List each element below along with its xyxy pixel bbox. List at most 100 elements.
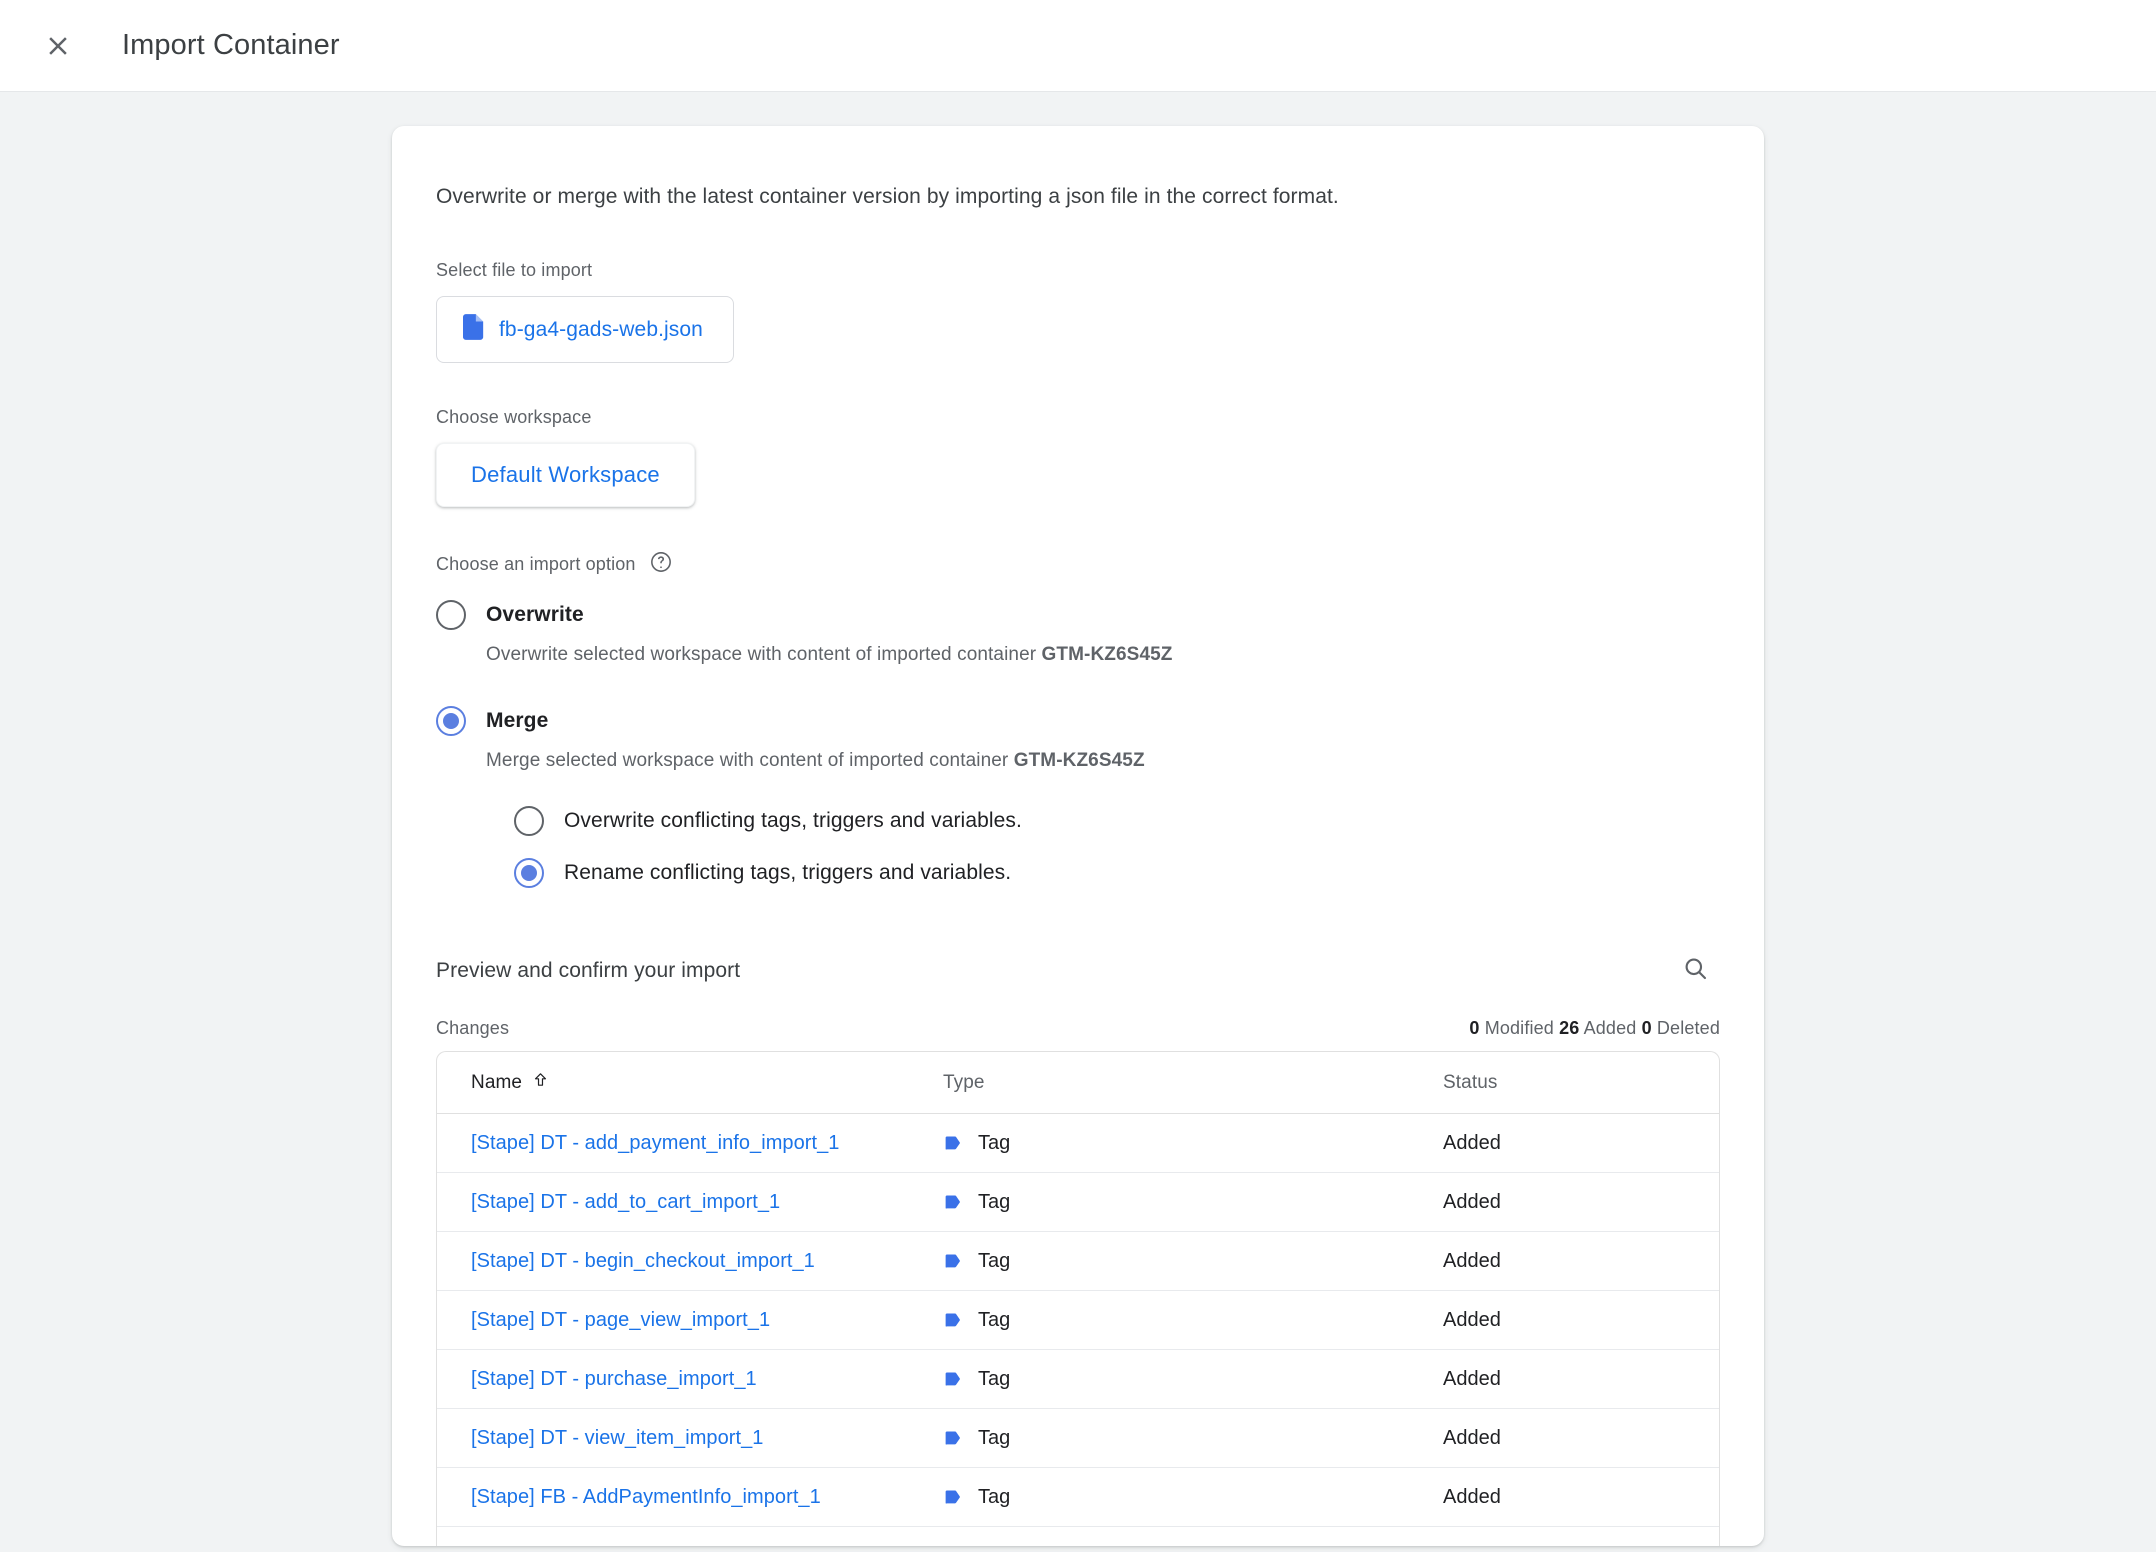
table-row: [Stape] DT - begin_checkout_import_1 Tag A… <box>437 1232 1719 1292</box>
arrow-up-icon <box>532 1071 549 1094</box>
table-row: [Stape] DT - view_item_import_1 Tag Added <box>437 1409 1719 1469</box>
table-row: [Stape] DT - add_payment_info_import_1 Ta… <box>437 1114 1719 1174</box>
changes-label: Changes <box>436 1018 510 1039</box>
tag-icon <box>943 1133 964 1154</box>
radio-overwrite-conflicting[interactable]: Overwrite conflicting tags, triggers and… <box>514 806 1720 837</box>
import-card: Overwrite or merge with the latest conta… <box>392 126 1764 1546</box>
tag-icon <box>943 1251 964 1272</box>
close-icon <box>43 31 73 61</box>
file-document-icon <box>463 314 485 345</box>
radio-overwrite-indicator <box>436 600 466 631</box>
merge-desc-text: Merge selected workspace with content of… <box>486 750 1014 772</box>
intro-text: Overwrite or merge with the latest conta… <box>436 185 1339 208</box>
table-row: [Stape] DT - add_to_cart_import_1 Tag Adde… <box>437 1173 1719 1233</box>
changes-counts: 0 Modified 26 Added 0 Deleted <box>1469 1018 1720 1039</box>
row-name-link[interactable]: [Stape] DT - page_view_import_1 <box>471 1309 770 1332</box>
row-status: Added <box>1443 1190 1501 1213</box>
import-option-merge: Merge Merge selected workspace with cont… <box>436 706 1720 889</box>
merge-sub-options: Overwrite conflicting tags, triggers and… <box>514 806 1720 889</box>
column-header-type[interactable]: Type <box>943 1072 985 1094</box>
workspace-select-button[interactable]: Default Workspace <box>436 443 695 508</box>
row-name-link[interactable]: [Stape] FB - AddToCart_import_1 <box>471 1545 767 1546</box>
table-row: [Stape] FB - AddToCart_import_1 Tag Added <box>437 1527 1719 1546</box>
overwrite-desc-text: Overwrite selected workspace with conten… <box>486 644 1042 666</box>
radio-overwrite-description: Overwrite selected workspace with conten… <box>486 644 1720 666</box>
radio-overwrite[interactable]: Overwrite <box>436 600 1720 631</box>
radio-merge-description: Merge selected workspace with content of… <box>486 750 1720 772</box>
page-title: Import Container <box>122 29 340 61</box>
row-status: Added <box>1443 1485 1501 1508</box>
search-icon <box>1682 955 1709 987</box>
row-type: Tag <box>978 1131 1011 1154</box>
row-name-link[interactable]: [Stape] DT - add_payment_info_import_1 <box>471 1132 839 1155</box>
tag-icon <box>943 1192 964 1213</box>
radio-merge[interactable]: Merge <box>436 706 1720 737</box>
deleted-count: 0 <box>1641 1018 1652 1039</box>
radio-overwrite-conflicting-label: Overwrite conflicting tags, triggers and… <box>564 809 1022 833</box>
import-option-label: Choose an import option <box>436 554 636 575</box>
radio-rename-conflicting[interactable]: Rename conflicting tags, triggers and va… <box>514 858 1720 889</box>
row-status: Added <box>1443 1426 1501 1449</box>
row-type: Tag <box>978 1485 1011 1508</box>
row-type: Tag <box>978 1249 1011 1272</box>
column-header-name-label: Name <box>471 1071 523 1093</box>
row-name-link[interactable]: [Stape] DT - purchase_import_1 <box>471 1368 757 1391</box>
workspace-label: Choose workspace <box>436 407 592 428</box>
row-status: Added <box>1443 1367 1501 1390</box>
table-row: [Stape] DT - purchase_import_1 Tag Added <box>437 1350 1719 1410</box>
table-row: [Stape] DT - page_view_import_1 Tag Added <box>437 1291 1719 1351</box>
search-button[interactable] <box>1670 946 1720 996</box>
radio-merge-indicator <box>436 706 466 737</box>
row-type: Tag <box>978 1426 1011 1449</box>
row-type: Tag <box>978 1367 1011 1390</box>
radio-merge-label: Merge <box>486 709 549 733</box>
radio-overwrite-label: Overwrite <box>486 603 584 627</box>
added-label: Added <box>1583 1018 1637 1039</box>
workspace-value: Default Workspace <box>471 462 660 488</box>
page-body: Overwrite or merge with the latest conta… <box>0 92 2156 1552</box>
tag-icon <box>943 1487 964 1508</box>
row-name-link[interactable]: [Stape] FB - AddPaymentInfo_import_1 <box>471 1486 821 1509</box>
selected-file-name: fb-ga4-gads-web.json <box>499 317 703 341</box>
tag-icon <box>943 1428 964 1449</box>
column-header-status[interactable]: Status <box>1443 1072 1497 1093</box>
app-header: Import Container <box>0 0 2156 92</box>
row-name-link[interactable]: [Stape] DT - add_to_cart_import_1 <box>471 1191 780 1214</box>
table-row: [Stape] FB - AddPaymentInfo_import_1 Tag A… <box>437 1468 1719 1528</box>
row-type: Tag <box>978 1545 1010 1546</box>
radio-overwrite-conflicting-indicator <box>514 806 544 837</box>
help-circle-icon[interactable] <box>650 551 672 578</box>
column-header-name[interactable]: Name <box>471 1071 549 1094</box>
row-type: Tag <box>978 1190 1011 1213</box>
row-name-link[interactable]: [Stape] DT - view_item_import_1 <box>471 1427 763 1450</box>
modified-label: Modified <box>1484 1018 1554 1039</box>
import-option-overwrite: Overwrite Overwrite selected workspace w… <box>436 600 1720 666</box>
tag-icon <box>943 1369 964 1390</box>
import-option-section: Choose an import option Overwrite Overwr… <box>436 551 1720 889</box>
file-select-label: Select file to import <box>436 260 593 281</box>
import-option-header: Choose an import option <box>436 551 1720 578</box>
preview-header: Preview and confirm your import <box>436 946 1720 996</box>
row-type: Tag <box>978 1308 1011 1331</box>
modified-count: 0 <box>1469 1018 1480 1039</box>
tag-icon <box>943 1310 964 1331</box>
preview-title: Preview and confirm your import <box>436 959 741 983</box>
file-select-section: Select file to import fb-ga4-gads-web.js… <box>436 260 1720 364</box>
added-count: 26 <box>1559 1018 1580 1039</box>
row-status: Added <box>1443 1308 1501 1331</box>
row-name-link[interactable]: [Stape] DT - begin_checkout_import_1 <box>471 1250 815 1273</box>
row-status: Added <box>1443 1131 1501 1154</box>
table-body: [Stape] DT - add_payment_info_import_1 Ta… <box>437 1114 1719 1546</box>
workspace-section: Choose workspace Default Workspace <box>436 407 1720 508</box>
radio-rename-conflicting-indicator <box>514 858 544 889</box>
selected-file-chip[interactable]: fb-ga4-gads-web.json <box>436 296 734 364</box>
changes-table: Name Type Status [Stape] DT - add_paymen… <box>436 1051 1720 1546</box>
deleted-label: Deleted <box>1656 1018 1720 1039</box>
table-header-row: Name Type Status <box>437 1052 1719 1115</box>
merge-container-id: GTM-KZ6S45Z <box>1013 750 1145 772</box>
close-button[interactable] <box>30 18 86 74</box>
radio-rename-conflicting-label: Rename conflicting tags, triggers and va… <box>564 861 1012 885</box>
overwrite-container-id: GTM-KZ6S45Z <box>1041 644 1173 666</box>
row-status: Added <box>1443 1249 1501 1272</box>
changes-summary-row: Changes 0 Modified 26 Added 0 Deleted <box>436 1018 1720 1039</box>
